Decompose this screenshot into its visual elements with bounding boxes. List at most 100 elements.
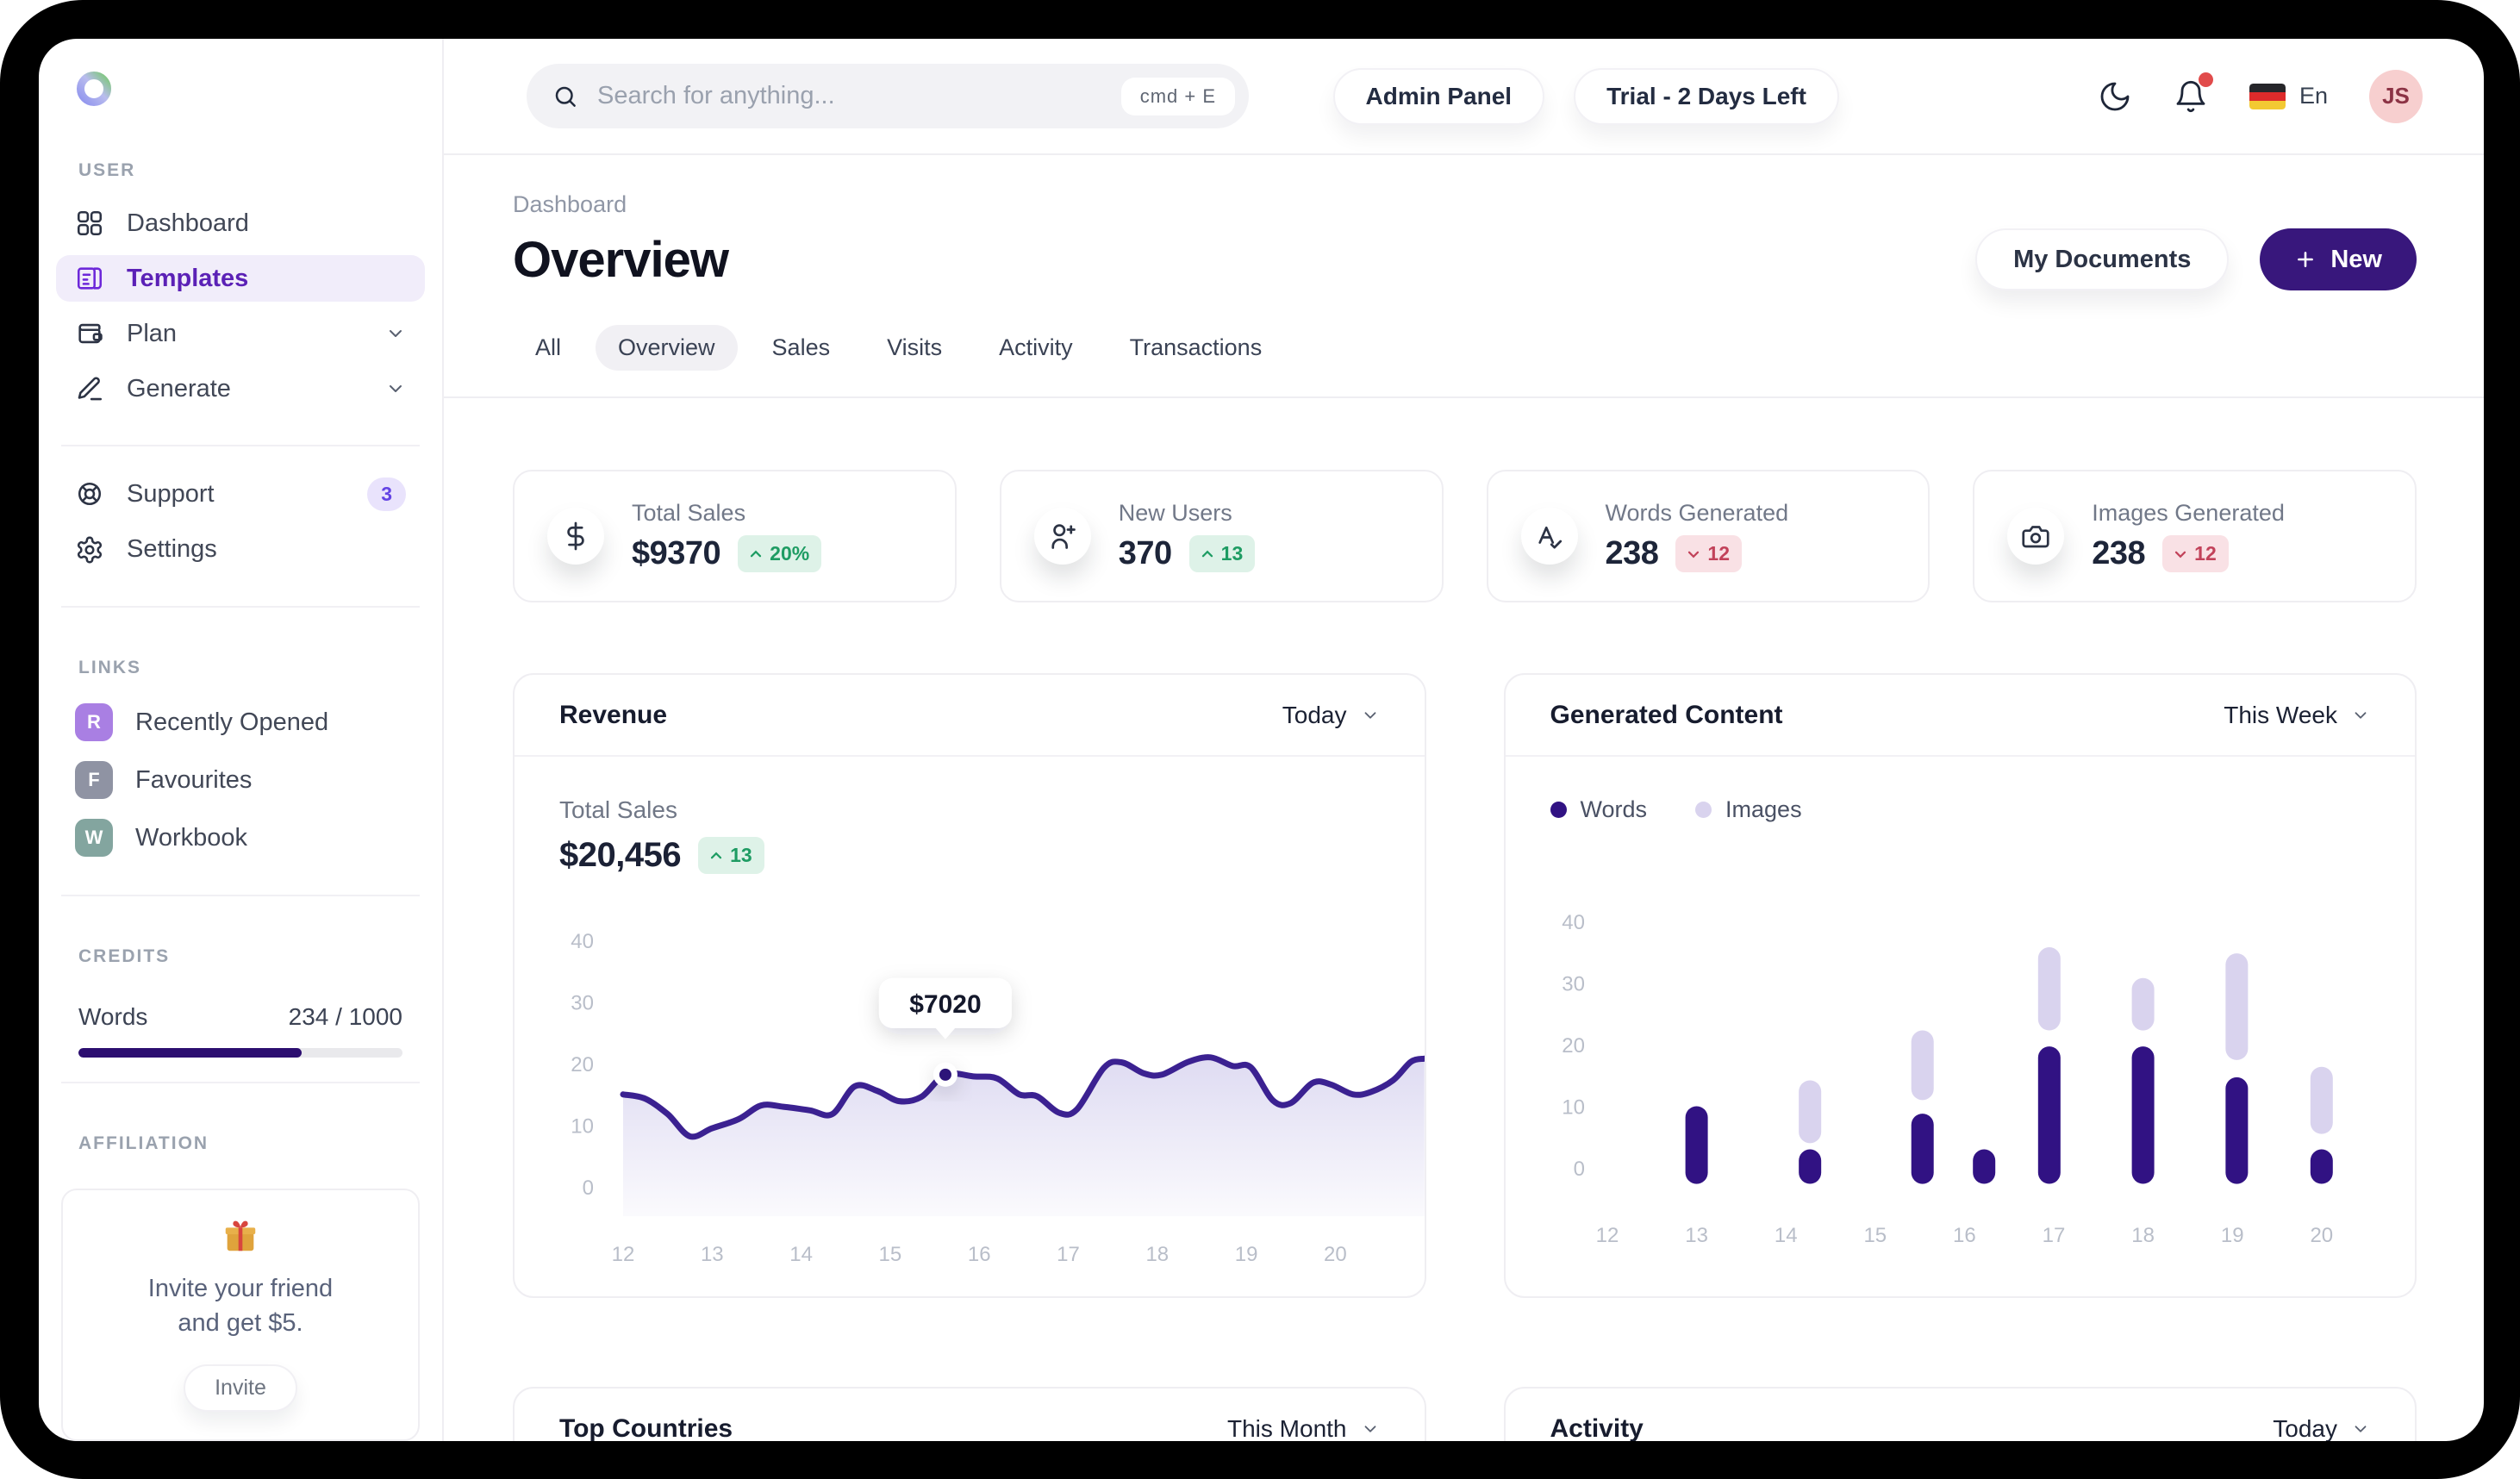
page-title: Overview xyxy=(513,231,728,289)
admin-panel-button[interactable]: Admin Panel xyxy=(1333,68,1545,125)
new-button[interactable]: New xyxy=(2260,228,2417,290)
revenue-summary-label: Total Sales xyxy=(559,796,1425,824)
search-input[interactable] xyxy=(597,82,1121,110)
sidebar: USER Dashboard Templates Plan xyxy=(39,39,444,1441)
tab-activity[interactable]: Activity xyxy=(976,325,1095,371)
sidebar-divider xyxy=(61,895,420,896)
search-icon xyxy=(552,84,578,109)
templates-icon xyxy=(75,264,104,293)
x-axis-label: 14 xyxy=(789,1243,813,1266)
sidebar-item-dashboard[interactable]: Dashboard xyxy=(56,200,425,246)
gift-icon xyxy=(221,1216,260,1256)
dark-mode-toggle[interactable] xyxy=(2098,79,2132,114)
activity-range-dropdown[interactable]: Today xyxy=(2273,1415,2370,1442)
sidebar-item-label: Generate xyxy=(127,375,231,403)
my-documents-button[interactable]: My Documents xyxy=(1975,228,2229,290)
search-bar[interactable]: cmd + E xyxy=(527,64,1249,128)
stat-card-words-generated: Words Generated 238 12 xyxy=(1487,470,1931,602)
legend-dot xyxy=(1695,802,1712,818)
affiliation-text: Invite your friend and get $5. xyxy=(148,1271,333,1340)
user-avatar[interactable]: JS xyxy=(2369,70,2423,123)
topbar: cmd + E Admin Panel Trial - 2 Days Left xyxy=(444,39,2484,155)
stat-trend-badge: 12 xyxy=(2162,535,2229,572)
sidebar-item-plan[interactable]: Plan xyxy=(56,310,425,357)
link-initial-badge: W xyxy=(75,819,113,857)
stat-card-new-users: New Users 370 13 xyxy=(1000,470,1444,602)
tab-all[interactable]: All xyxy=(513,325,583,371)
trend-chevron-icon xyxy=(1201,550,1213,559)
bar-words xyxy=(1973,1150,1995,1184)
lifebuoy-icon xyxy=(75,479,104,509)
language-selector[interactable]: En xyxy=(2249,83,2328,109)
card-title: Top Countries xyxy=(559,1414,733,1442)
dashboard-grid-icon xyxy=(75,209,104,238)
x-axis-label: 17 xyxy=(1057,1243,1080,1266)
wallet-icon xyxy=(75,319,104,348)
chevron-down-icon xyxy=(1361,1420,1380,1438)
bar-words xyxy=(2131,1046,2154,1183)
link-workbook[interactable]: W Workbook xyxy=(56,813,425,864)
sidebar-item-label: Settings xyxy=(127,535,217,564)
x-axis-label: 13 xyxy=(1685,1224,1708,1247)
stat-label: New Users xyxy=(1119,500,1256,527)
invite-button[interactable]: Invite xyxy=(184,1364,297,1412)
generated-range-dropdown[interactable]: This Week xyxy=(2224,702,2370,729)
spellcheck-icon xyxy=(1534,521,1565,552)
bar-words xyxy=(1911,1114,1933,1184)
link-initial-badge: F xyxy=(75,761,113,799)
page: { "colors":{"brand":"#38177c","line":"#3… xyxy=(0,0,2520,1479)
pencil-icon xyxy=(75,374,104,403)
sidebar-item-label: Templates xyxy=(127,265,248,293)
x-axis-label: 15 xyxy=(879,1243,902,1266)
sidebar-item-support[interactable]: Support 3 xyxy=(56,471,425,517)
revenue-range-dropdown[interactable]: Today xyxy=(1282,702,1380,729)
sidebar-item-settings[interactable]: Settings xyxy=(56,526,425,572)
bar-words xyxy=(1799,1150,1821,1184)
bar-images xyxy=(1799,1080,1821,1143)
tab-sales[interactable]: Sales xyxy=(750,325,853,371)
tab-overview[interactable]: Overview xyxy=(596,325,738,371)
generated-content-card: Generated Content This Week Words xyxy=(1504,673,2417,1298)
stats-row: Total Sales $9370 20% xyxy=(513,470,2417,602)
bar-words xyxy=(2310,1150,2332,1184)
activity-card: Activity Today xyxy=(1504,1387,2417,1441)
sidebar-divider xyxy=(61,445,420,446)
breadcrumb[interactable]: Dashboard xyxy=(513,191,2417,218)
link-favourites[interactable]: F Favourites xyxy=(56,755,425,806)
german-flag-icon xyxy=(2249,84,2286,109)
bar-words xyxy=(2037,1046,2060,1183)
tab-transactions[interactable]: Transactions xyxy=(1107,325,1285,371)
bottom-row: Top Countries This Month Activity Today xyxy=(513,1387,2417,1441)
y-axis-label: 20 xyxy=(1562,1034,1585,1058)
card-title: Revenue xyxy=(559,701,667,730)
link-recently-opened[interactable]: R Recently Opened xyxy=(56,697,425,748)
tooltip-pointer xyxy=(934,1027,957,1039)
revenue-line-chart[interactable]: 010203040121314151617181920$7020 xyxy=(559,904,1425,1275)
trend-chevron-icon xyxy=(1687,550,1700,559)
app-logo[interactable] xyxy=(56,39,425,112)
y-axis-label: 20 xyxy=(571,1053,594,1076)
trend-chevron-icon xyxy=(710,852,722,860)
x-axis-label: 20 xyxy=(2310,1224,2333,1247)
sidebar-section-credits: CREDITS xyxy=(78,946,425,967)
chevron-down-icon xyxy=(385,323,406,344)
top-countries-card: Top Countries This Month xyxy=(513,1387,1426,1441)
generated-content-bar-chart[interactable]: 010203040121314151617181920 xyxy=(1550,885,2417,1256)
sidebar-item-generate[interactable]: Generate xyxy=(56,365,425,412)
y-axis-label: 30 xyxy=(1562,973,1585,996)
dollar-icon xyxy=(560,521,591,552)
x-axis-label: 20 xyxy=(1324,1243,1347,1266)
x-axis-label: 17 xyxy=(2042,1224,2065,1247)
sidebar-item-templates[interactable]: Templates xyxy=(56,255,425,302)
device-frame: USER Dashboard Templates Plan xyxy=(0,0,2520,1479)
chevron-down-icon xyxy=(385,378,406,399)
card-title: Activity xyxy=(1550,1414,1644,1442)
tab-visits[interactable]: Visits xyxy=(864,325,964,371)
bar-words xyxy=(1685,1107,1707,1184)
x-axis-label: 13 xyxy=(701,1243,724,1266)
notifications-button[interactable] xyxy=(2174,79,2208,114)
trial-button[interactable]: Trial - 2 Days Left xyxy=(1574,68,1839,125)
link-initial-badge: R xyxy=(75,703,113,741)
bar-images xyxy=(2225,953,2248,1060)
countries-range-dropdown[interactable]: This Month xyxy=(1227,1415,1380,1442)
